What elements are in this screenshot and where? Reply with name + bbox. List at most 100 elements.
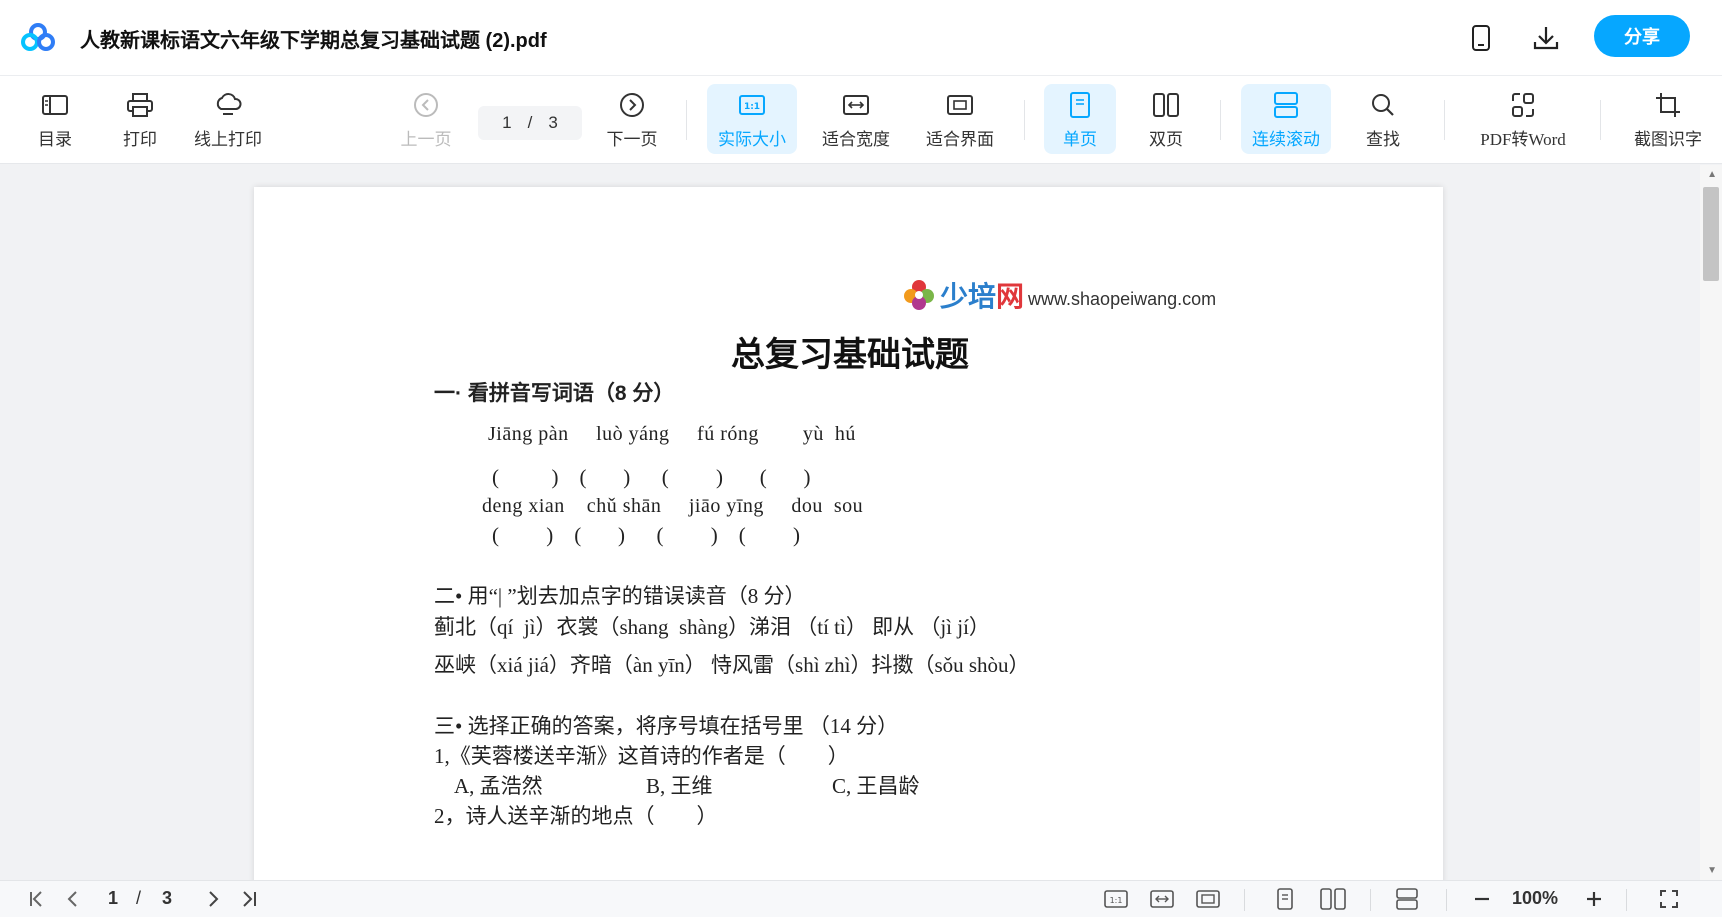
toolbar-divider [1444, 100, 1445, 140]
question-2: 2，诗人送辛渐的地点（ ） [434, 804, 718, 828]
toolbar-divider [1024, 100, 1025, 140]
doc-heading: 总复习基础试题 [731, 335, 969, 375]
actual-size-icon[interactable]: 1:1 [1102, 886, 1130, 912]
svg-text:1:1: 1:1 [744, 102, 760, 112]
page-total: 3 [548, 113, 558, 132]
download-icon[interactable] [1532, 24, 1560, 52]
ocr-label: 截图识字 [1634, 129, 1702, 149]
bottom-divider [1244, 889, 1245, 911]
bottom-divider [1446, 889, 1447, 911]
zoom-out-icon[interactable] [1470, 886, 1494, 912]
toolbar-divider [686, 100, 687, 140]
toc-button[interactable]: 目录 [30, 84, 80, 154]
zoom-in-icon[interactable] [1582, 886, 1606, 912]
fit-width-icon[interactable] [1148, 886, 1176, 912]
page-current: 1 [502, 113, 512, 132]
actual-size-icon: 1:1 [736, 89, 768, 121]
pdf-to-word-button[interactable]: PDF转Word [1470, 84, 1576, 154]
bottom-divider [1626, 889, 1627, 911]
site-url: www.shaopeiwang.com [1028, 288, 1217, 309]
bottom-divider [1370, 889, 1371, 911]
question-1: 1,《芙蓉楼送辛渐》这首诗的作者是（ ） [434, 744, 849, 768]
scroll-down-icon[interactable]: ▼ [1707, 865, 1717, 876]
fit-screen-icon [944, 89, 976, 121]
fit-screen-button[interactable]: 适合界面 [916, 84, 1004, 154]
convert-icon [1507, 89, 1539, 121]
continuous-scroll-icon [1270, 89, 1302, 121]
section-1-heading: 一· 看拼音写词语（8 分） [434, 382, 675, 405]
header-bar: 人教新课标语文六年级下学期总复习基础试题 (2).pdf 分享 [0, 0, 1722, 76]
chevron-left-circle-icon [410, 89, 442, 121]
bottom-page-current[interactable]: 1 [108, 888, 118, 909]
bottom-page-total: 3 [162, 888, 173, 908]
answer-parens-row: ( ) ( ) ( ) ( ) [492, 465, 811, 489]
option-c: C, 王昌龄 [832, 774, 920, 798]
next-page-icon[interactable] [200, 886, 226, 912]
scrollbar-thumb[interactable] [1703, 187, 1719, 281]
online-print-label: 线上打印 [194, 129, 262, 149]
single-page-icon [1064, 89, 1096, 121]
ocr-button[interactable]: 截图识字 [1628, 84, 1708, 154]
print-button[interactable]: 打印 [115, 84, 165, 154]
pinyin-row: Jiāng pàn luò yáng fú róng yù hú [488, 423, 856, 445]
scroll-up-icon[interactable]: ▲ [1707, 169, 1717, 180]
zoom-level[interactable]: 100% [1512, 888, 1558, 909]
document-title: 人教新课标语文六年级下学期总复习基础试题 (2).pdf [80, 30, 547, 52]
double-page-button[interactable]: 双页 [1130, 84, 1202, 154]
single-page-button[interactable]: 单页 [1044, 84, 1116, 154]
last-page-icon[interactable] [236, 886, 262, 912]
pdf-to-word-label: PDF转Word [1480, 129, 1566, 149]
flower-logo-icon [904, 280, 934, 310]
fit-width-icon [840, 89, 872, 121]
answer-parens-row: ( ) ( ) ( ) ( ) [492, 523, 800, 547]
svg-text:1:1: 1:1 [1110, 896, 1123, 905]
toc-icon [39, 89, 71, 121]
first-page-icon[interactable] [24, 886, 50, 912]
prev-page-icon[interactable] [60, 886, 86, 912]
site-brand-text: 少培 [940, 281, 997, 312]
fullscreen-icon[interactable] [1656, 886, 1682, 912]
fit-screen-icon[interactable] [1194, 886, 1222, 912]
section-3-heading: 三• 选择正确的答案，将序号填在括号里 （14 分） [434, 714, 899, 738]
option-b: B, 王维 [646, 774, 713, 798]
single-page-icon[interactable] [1272, 886, 1298, 912]
print-label: 打印 [123, 129, 157, 149]
find-label: 查找 [1366, 129, 1400, 149]
continuous-scroll-icon[interactable] [1392, 886, 1422, 912]
crop-icon [1652, 89, 1684, 121]
document-viewer[interactable]: 少培网 www.shaopeiwang.com 总复习基础试题 一· 看拼音写词… [0, 165, 1722, 880]
page-separator: / [527, 113, 533, 132]
fit-width-button[interactable]: 适合宽度 [812, 84, 900, 154]
next-page-button[interactable]: 下一页 [602, 84, 662, 154]
printer-icon [124, 89, 156, 121]
continuous-scroll-button[interactable]: 连续滚动 [1241, 84, 1331, 154]
toolbar-divider [1600, 100, 1601, 140]
online-print-button[interactable]: 线上打印 [188, 84, 268, 154]
app-logo-icon [20, 22, 56, 52]
next-page-label: 下一页 [606, 129, 658, 149]
page-number-input[interactable]: 1 / 3 [478, 106, 582, 140]
actual-size-label: 实际大小 [718, 129, 786, 149]
toolbar: 目录 打印 线上打印 上一页 下一页 1:1 实际大小 适合宽度 适合界面 单页… [0, 76, 1722, 164]
double-page-icon [1150, 89, 1182, 121]
reading-line: 蓟北（qí jì）衣裳（shang shàng）涕泪 （tí tì） 即从 （j… [434, 615, 990, 639]
mobile-icon[interactable] [1467, 24, 1495, 52]
bottom-bar: 1 / 3 1:1 100% [0, 880, 1722, 917]
prev-page-label: 上一页 [400, 129, 452, 149]
section-2-heading: 二• 用“| ”划去加点字的错误读音（8 分） [434, 584, 806, 608]
continuous-scroll-label: 连续滚动 [1252, 129, 1320, 149]
vertical-scrollbar[interactable]: ▲ ▼ [1700, 165, 1722, 880]
pinyin-row: deng xian chǔ shān jiāo yīng dou sou [482, 495, 864, 517]
toc-label: 目录 [38, 129, 72, 149]
actual-size-button[interactable]: 1:1 实际大小 [707, 84, 797, 154]
site-logo: 少培网 www.shaopeiwang.com [902, 275, 1216, 315]
toolbar-divider [1220, 100, 1221, 140]
bottom-page-separator: / [136, 888, 142, 908]
double-page-icon[interactable] [1318, 886, 1348, 912]
find-button[interactable]: 查找 [1350, 84, 1416, 154]
prev-page-button[interactable]: 上一页 [396, 84, 456, 154]
fit-width-label: 适合宽度 [822, 129, 890, 149]
single-page-label: 单页 [1063, 129, 1097, 149]
share-button[interactable]: 分享 [1594, 15, 1690, 57]
search-icon [1367, 89, 1399, 121]
